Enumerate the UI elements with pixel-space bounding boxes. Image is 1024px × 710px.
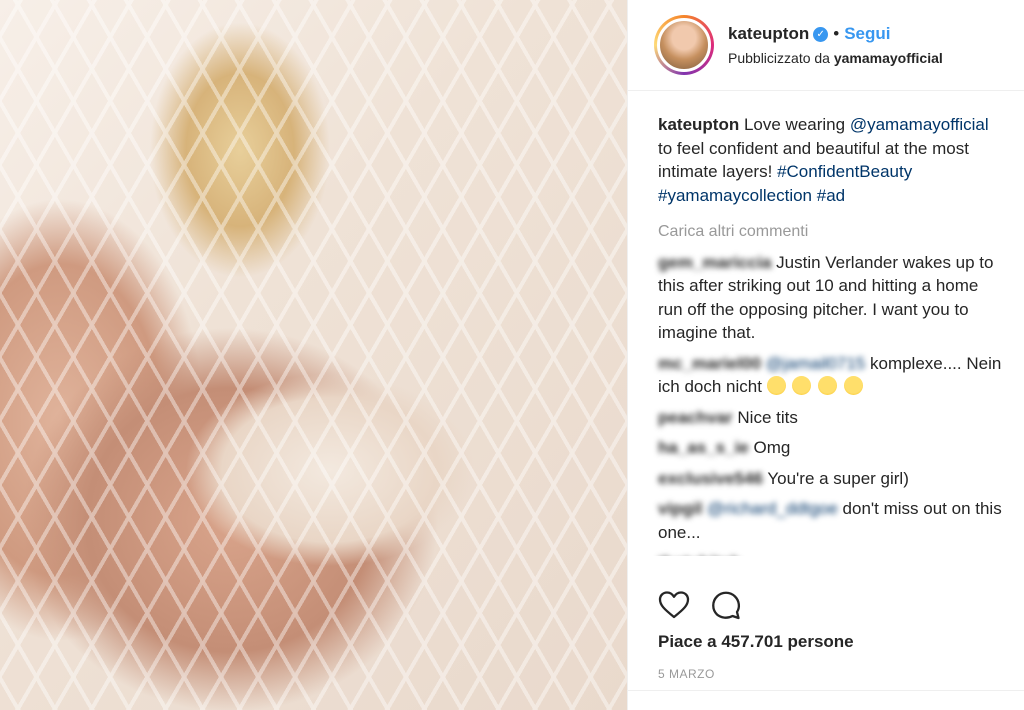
separator-dot: • bbox=[833, 24, 840, 43]
comment-item: ha_as_s_ie Omg bbox=[658, 436, 1004, 460]
load-more-comments-button[interactable]: Carica altri commenti bbox=[658, 220, 1004, 244]
comment-item: thetubitoh bbox=[658, 551, 1004, 556]
likes-count-link[interactable]: Piace a 457.701 persone bbox=[658, 632, 854, 652]
comment-username-link[interactable]: thetubitoh bbox=[658, 553, 741, 556]
caption-text-1: Love wearing bbox=[743, 115, 846, 134]
comment-username-link[interactable]: ha_as_s_ie bbox=[658, 438, 749, 457]
crying-emoji-icon bbox=[818, 376, 838, 395]
caption: kateupton Love wearing @yamamayofficial … bbox=[658, 113, 1004, 207]
wicker-background bbox=[0, 0, 627, 710]
comment-username-link[interactable]: gem_mariccia bbox=[658, 253, 771, 272]
comment-item: vipgil @richard_ddtgoe don't miss out on… bbox=[658, 497, 1004, 544]
sponsored-label: Pubblicizzato da yamamayofficial bbox=[728, 50, 943, 66]
comment-text: Nice tits bbox=[737, 407, 798, 427]
heart-eyes-emoji-icon bbox=[792, 376, 812, 395]
post-container: kateupton ✓ • Segui Pubblicizzato da yam… bbox=[0, 0, 1024, 710]
header-text: kateupton ✓ • Segui Pubblicizzato da yam… bbox=[728, 24, 943, 66]
comment-username-link[interactable]: mc_mariel00 bbox=[658, 354, 761, 373]
follow-button[interactable]: Segui bbox=[844, 24, 890, 44]
comment-item: gem_mariccia Justin Verlander wakes up t… bbox=[658, 251, 1004, 345]
post-sidebar: kateupton ✓ • Segui Pubblicizzato da yam… bbox=[627, 0, 1024, 710]
verified-badge-icon: ✓ bbox=[813, 26, 829, 42]
post-header: kateupton ✓ • Segui Pubblicizzato da yam… bbox=[628, 0, 1024, 91]
comments-section: kateupton Love wearing @yamamayofficial … bbox=[628, 91, 1024, 556]
avatar[interactable] bbox=[654, 15, 714, 75]
divider bbox=[628, 690, 1024, 691]
caption-author-link[interactable]: kateupton bbox=[658, 115, 739, 134]
heart-eyes-emoji-icon bbox=[766, 376, 786, 395]
comment-item: peachvar Nice tits bbox=[658, 406, 1004, 430]
like-heart-icon[interactable] bbox=[658, 590, 690, 620]
comment-username-link[interactable]: exclusive546 bbox=[658, 469, 763, 488]
sponsored-prefix: Pubblicizzato da bbox=[728, 50, 830, 66]
sponsor-link[interactable]: yamamayofficial bbox=[834, 50, 943, 66]
comment-text: You're a super girl) bbox=[767, 468, 909, 488]
comment-bubble-icon[interactable] bbox=[710, 590, 742, 620]
comment-item: mc_mariel00 @jamail0715 komplexe.... Nei… bbox=[658, 352, 1004, 399]
header-row: kateupton ✓ • Segui bbox=[728, 24, 943, 44]
comment-mention-link[interactable]: @richard_ddtgoe bbox=[707, 499, 838, 518]
caption-mention-link[interactable]: @yamamayofficial bbox=[850, 115, 989, 134]
comment-text: Omg bbox=[753, 438, 791, 457]
comment-username-link[interactable]: peachvar bbox=[658, 408, 733, 427]
crying-emoji-icon bbox=[843, 376, 863, 395]
comment-username-link[interactable]: vipgil bbox=[658, 499, 702, 518]
post-photo[interactable] bbox=[0, 0, 627, 710]
hashtag-link[interactable]: #yamamaycollection bbox=[658, 186, 812, 205]
comment-mention-link[interactable]: @jamail0715 bbox=[766, 354, 865, 373]
username-link[interactable]: kateupton bbox=[728, 24, 809, 44]
action-bar bbox=[658, 590, 742, 620]
avatar-image bbox=[657, 18, 711, 72]
post-date: 5 MARZO bbox=[658, 667, 715, 681]
hashtag-link[interactable]: #ad bbox=[817, 186, 845, 205]
hashtag-link[interactable]: #ConfidentBeauty bbox=[777, 162, 912, 181]
comment-item: exclusive546 You're a super girl) bbox=[658, 467, 1004, 491]
emoji-group bbox=[766, 376, 865, 396]
